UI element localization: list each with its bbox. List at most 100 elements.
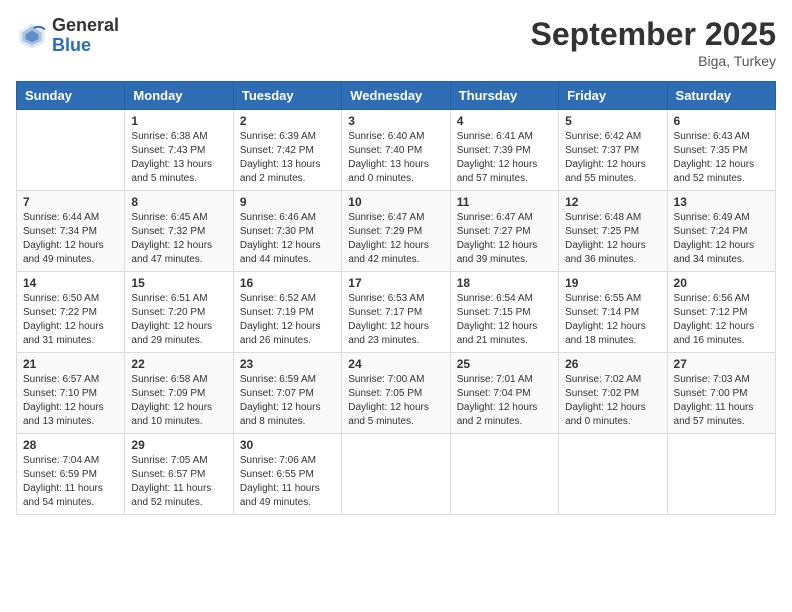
day-number: 9: [240, 195, 335, 209]
calendar-cell: 5 Sunrise: 6:42 AMSunset: 7:37 PMDaylight…: [559, 110, 667, 191]
day-info: Sunrise: 7:05 AMSunset: 6:57 PMDaylight:…: [131, 454, 226, 510]
calendar-table: SundayMondayTuesdayWednesdayThursdayFrid…: [16, 81, 776, 515]
day-info: Sunrise: 7:00 AMSunset: 7:05 PMDaylight:…: [348, 373, 443, 429]
calendar-cell: 18 Sunrise: 6:54 AMSunset: 7:15 PMDayligh…: [450, 272, 558, 353]
calendar-cell: 7 Sunrise: 6:44 AMSunset: 7:34 PMDaylight…: [17, 191, 125, 272]
day-info: Sunrise: 6:51 AMSunset: 7:20 PMDaylight:…: [131, 292, 226, 348]
calendar-cell: 3Sunrise: 6:40 AMSunset: 7:40 PMDaylight…: [342, 110, 450, 191]
day-info: Sunrise: 6:57 AMSunset: 7:10 PMDaylight:…: [23, 373, 118, 429]
calendar-cell: 20 Sunrise: 6:56 AMSunset: 7:12 PMDayligh…: [667, 272, 775, 353]
calendar-cell: 28 Sunrise: 7:04 AMSunset: 6:59 PMDayligh…: [17, 434, 125, 515]
day-number: 17: [348, 276, 443, 290]
day-number: 13: [674, 195, 769, 209]
calendar-cell: 2Sunrise: 6:39 AMSunset: 7:42 PMDaylight…: [233, 110, 341, 191]
day-info: Sunrise: 6:47 AMSunset: 7:27 PMDaylight:…: [457, 211, 552, 267]
calendar-cell: 16 Sunrise: 6:52 AMSunset: 7:19 PMDayligh…: [233, 272, 341, 353]
day-info: Sunrise: 6:41 AMSunset: 7:39 PMDaylight:…: [457, 130, 552, 186]
day-number: 4: [457, 114, 552, 128]
day-info: Sunrise: 7:02 AMSunset: 7:02 PMDaylight:…: [565, 373, 660, 429]
day-number: 14: [23, 276, 118, 290]
day-info: Sunrise: 7:04 AMSunset: 6:59 PMDaylight:…: [23, 454, 118, 510]
calendar-cell: [559, 434, 667, 515]
calendar-cell: [450, 434, 558, 515]
day-info: Sunrise: 6:43 AMSunset: 7:35 PMDaylight:…: [674, 130, 769, 186]
weekday-header: Sunday: [17, 82, 125, 110]
day-info: Sunrise: 6:56 AMSunset: 7:12 PMDaylight:…: [674, 292, 769, 348]
day-info: Sunrise: 6:59 AMSunset: 7:07 PMDaylight:…: [240, 373, 335, 429]
day-number: 28: [23, 438, 118, 452]
day-number: 21: [23, 357, 118, 371]
calendar-week-row: 1 Sunrise: 6:38 AMSunset: 7:43 PMDaylight…: [17, 110, 776, 191]
location: Biga, Turkey: [531, 53, 776, 69]
day-info: Sunrise: 6:49 AMSunset: 7:24 PMDaylight:…: [674, 211, 769, 267]
day-number: 20: [674, 276, 769, 290]
day-number: 11: [457, 195, 552, 209]
day-info: Sunrise: 6:53 AMSunset: 7:17 PMDaylight:…: [348, 292, 443, 348]
calendar-week-row: 7 Sunrise: 6:44 AMSunset: 7:34 PMDaylight…: [17, 191, 776, 272]
weekday-header: Saturday: [667, 82, 775, 110]
day-number: 7: [23, 195, 118, 209]
day-info: Sunrise: 6:44 AMSunset: 7:34 PMDaylight:…: [23, 211, 118, 267]
calendar-cell: 6 Sunrise: 6:43 AMSunset: 7:35 PMDaylight…: [667, 110, 775, 191]
calendar-cell: [342, 434, 450, 515]
day-info: Sunrise: 6:48 AMSunset: 7:25 PMDaylight:…: [565, 211, 660, 267]
day-number: 5: [565, 114, 660, 128]
day-number: 10: [348, 195, 443, 209]
day-number: 15: [131, 276, 226, 290]
day-number: 16: [240, 276, 335, 290]
day-info: Sunrise: 6:45 AMSunset: 7:32 PMDaylight:…: [131, 211, 226, 267]
day-number: 29: [131, 438, 226, 452]
day-info: Sunrise: 7:03 AMSunset: 7:00 PMDaylight:…: [674, 373, 769, 429]
weekday-header: Friday: [559, 82, 667, 110]
page-header: General Blue September 2025 Biga, Turkey: [16, 16, 776, 69]
day-info: Sunrise: 7:06 AMSunset: 6:55 PMDaylight:…: [240, 454, 335, 510]
day-info: Sunrise: 6:47 AMSunset: 7:29 PMDaylight:…: [348, 211, 443, 267]
calendar-cell: 29 Sunrise: 7:05 AMSunset: 6:57 PMDayligh…: [125, 434, 233, 515]
calendar-cell: 1 Sunrise: 6:38 AMSunset: 7:43 PMDaylight…: [125, 110, 233, 191]
logo: General Blue: [16, 16, 119, 56]
weekday-header: Tuesday: [233, 82, 341, 110]
calendar-cell: 13 Sunrise: 6:49 AMSunset: 7:24 PMDayligh…: [667, 191, 775, 272]
day-info: Sunrise: 7:01 AMSunset: 7:04 PMDaylight:…: [457, 373, 552, 429]
calendar-cell: 15 Sunrise: 6:51 AMSunset: 7:20 PMDayligh…: [125, 272, 233, 353]
calendar-cell: 22Sunrise: 6:58 AMSunset: 7:09 PMDayligh…: [125, 353, 233, 434]
calendar-week-row: 21 Sunrise: 6:57 AMSunset: 7:10 PMDayligh…: [17, 353, 776, 434]
calendar-cell: 27 Sunrise: 7:03 AMSunset: 7:00 PMDayligh…: [667, 353, 775, 434]
day-number: 26: [565, 357, 660, 371]
day-number: 6: [674, 114, 769, 128]
day-number: 3: [348, 114, 443, 128]
calendar-cell: [667, 434, 775, 515]
day-number: 25: [457, 357, 552, 371]
day-info: Sunrise: 6:54 AMSunset: 7:15 PMDaylight:…: [457, 292, 552, 348]
title-block: September 2025 Biga, Turkey: [531, 16, 776, 69]
calendar-cell: 25 Sunrise: 7:01 AMSunset: 7:04 PMDayligh…: [450, 353, 558, 434]
logo-general: General: [52, 16, 119, 36]
calendar-week-row: 14 Sunrise: 6:50 AMSunset: 7:22 PMDayligh…: [17, 272, 776, 353]
logo-blue: Blue: [52, 36, 119, 56]
weekday-header: Thursday: [450, 82, 558, 110]
logo-text: General Blue: [52, 16, 119, 56]
day-number: 2: [240, 114, 335, 128]
day-number: 1: [131, 114, 226, 128]
day-info: Sunrise: 6:55 AMSunset: 7:14 PMDaylight:…: [565, 292, 660, 348]
logo-icon: [16, 20, 48, 52]
day-number: 30: [240, 438, 335, 452]
calendar-cell: [17, 110, 125, 191]
calendar-cell: 21 Sunrise: 6:57 AMSunset: 7:10 PMDayligh…: [17, 353, 125, 434]
day-number: 27: [674, 357, 769, 371]
day-info: Sunrise: 6:42 AMSunset: 7:37 PMDaylight:…: [565, 130, 660, 186]
calendar-cell: 12 Sunrise: 6:48 AMSunset: 7:25 PMDayligh…: [559, 191, 667, 272]
day-number: 18: [457, 276, 552, 290]
day-info: Sunrise: 6:52 AMSunset: 7:19 PMDaylight:…: [240, 292, 335, 348]
calendar-header-row: SundayMondayTuesdayWednesdayThursdayFrid…: [17, 82, 776, 110]
day-number: 12: [565, 195, 660, 209]
weekday-header: Wednesday: [342, 82, 450, 110]
calendar-cell: 17 Sunrise: 6:53 AMSunset: 7:17 PMDayligh…: [342, 272, 450, 353]
day-info: Sunrise: 6:50 AMSunset: 7:22 PMDaylight:…: [23, 292, 118, 348]
calendar-cell: 9Sunrise: 6:46 AMSunset: 7:30 PMDaylight…: [233, 191, 341, 272]
day-number: 23: [240, 357, 335, 371]
day-info: Sunrise: 6:38 AMSunset: 7:43 PMDaylight:…: [131, 130, 226, 186]
calendar-cell: 23 Sunrise: 6:59 AMSunset: 7:07 PMDayligh…: [233, 353, 341, 434]
calendar-cell: 4 Sunrise: 6:41 AMSunset: 7:39 PMDaylight…: [450, 110, 558, 191]
calendar-cell: 19Sunrise: 6:55 AMSunset: 7:14 PMDayligh…: [559, 272, 667, 353]
